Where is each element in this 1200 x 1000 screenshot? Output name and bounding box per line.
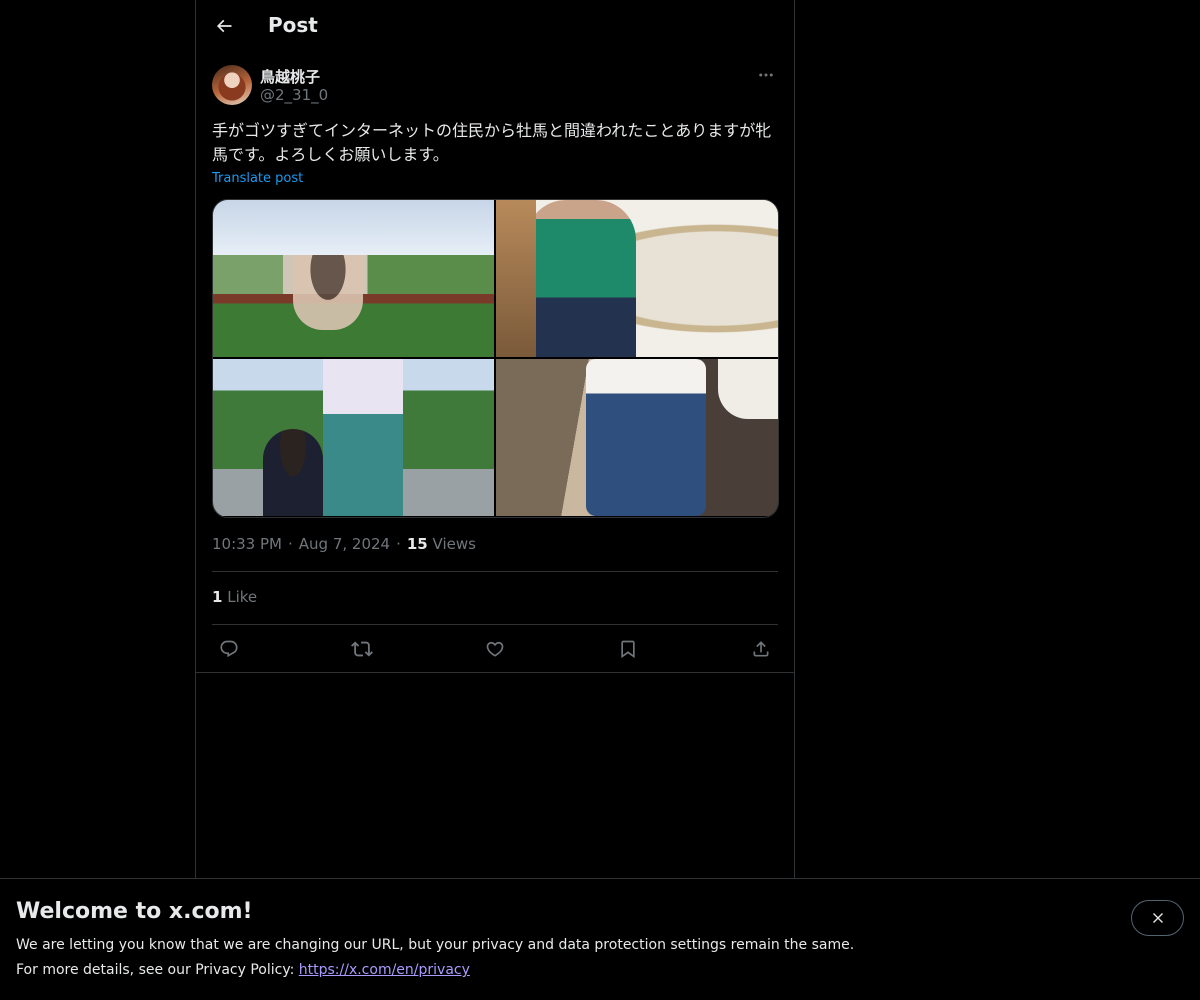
banner-title: Welcome to x.com! — [16, 899, 253, 924]
page-title: Post — [268, 13, 318, 37]
action-bar — [212, 632, 778, 666]
divider — [196, 672, 794, 673]
url-change-banner: Welcome to x.com! We are letting you kno… — [0, 878, 1200, 1000]
photo-4[interactable] — [496, 359, 778, 516]
avatar[interactable] — [212, 65, 252, 105]
close-icon — [1152, 913, 1163, 923]
banner-privacy-prefix: For more details, see our Privacy Policy… — [16, 962, 299, 978]
reply-icon — [220, 640, 238, 658]
author-handle[interactable]: @2_31_0 — [260, 86, 328, 104]
views-count: 15 — [406, 535, 428, 553]
divider — [212, 624, 778, 625]
banner-message: We are letting you know that we are chan… — [16, 937, 855, 953]
photo-3[interactable] — [213, 359, 494, 516]
arrow-left-icon — [216, 19, 232, 33]
reply-button[interactable] — [212, 632, 246, 666]
like-button[interactable] — [478, 632, 512, 666]
post-time[interactable]: 10:33 PM — [212, 535, 282, 553]
likes-count: 1 — [212, 588, 223, 606]
close-banner-button[interactable] — [1131, 900, 1184, 936]
post-text: 手がゴツすぎてインターネットの住民から牡馬と間違われたことありますが牝馬です。よ… — [212, 121, 772, 164]
separator: · — [396, 535, 401, 553]
divider — [212, 571, 778, 572]
likes-label: Like — [227, 588, 258, 606]
views-label: Views — [432, 535, 476, 553]
likes-row[interactable]: 1 Like — [212, 588, 257, 606]
page-header: Post — [196, 0, 794, 54]
post-column: Post 鳥越桃子 @2_31_0 手がゴツすぎてインターネットの住民から牡馬と… — [195, 0, 795, 878]
share-button[interactable] — [744, 632, 778, 666]
translate-post-link[interactable]: Translate post — [212, 171, 303, 186]
bookmark-icon — [621, 640, 635, 659]
more-options-button[interactable] — [754, 65, 778, 85]
back-button[interactable] — [206, 8, 242, 44]
post-author: 鳥越桃子 @2_31_0 — [212, 65, 778, 107]
post-meta: 10:33 PM · Aug 7, 2024 · 15 Views — [212, 535, 476, 553]
separator: · — [287, 535, 293, 553]
photo-2[interactable] — [496, 200, 778, 357]
more-dots-icon — [759, 73, 773, 77]
repost-icon — [351, 641, 373, 657]
photo-1[interactable] — [213, 200, 494, 357]
post-date[interactable]: Aug 7, 2024 — [299, 535, 390, 553]
banner-privacy-line: For more details, see our Privacy Policy… — [16, 962, 470, 978]
heart-icon — [486, 641, 504, 657]
privacy-policy-link[interactable]: https://x.com/en/privacy — [299, 962, 470, 978]
repost-button[interactable] — [345, 632, 379, 666]
bookmark-button[interactable] — [611, 632, 645, 666]
share-icon — [753, 641, 769, 657]
media-grid — [212, 199, 779, 518]
author-display-name[interactable]: 鳥越桃子 — [260, 66, 320, 87]
